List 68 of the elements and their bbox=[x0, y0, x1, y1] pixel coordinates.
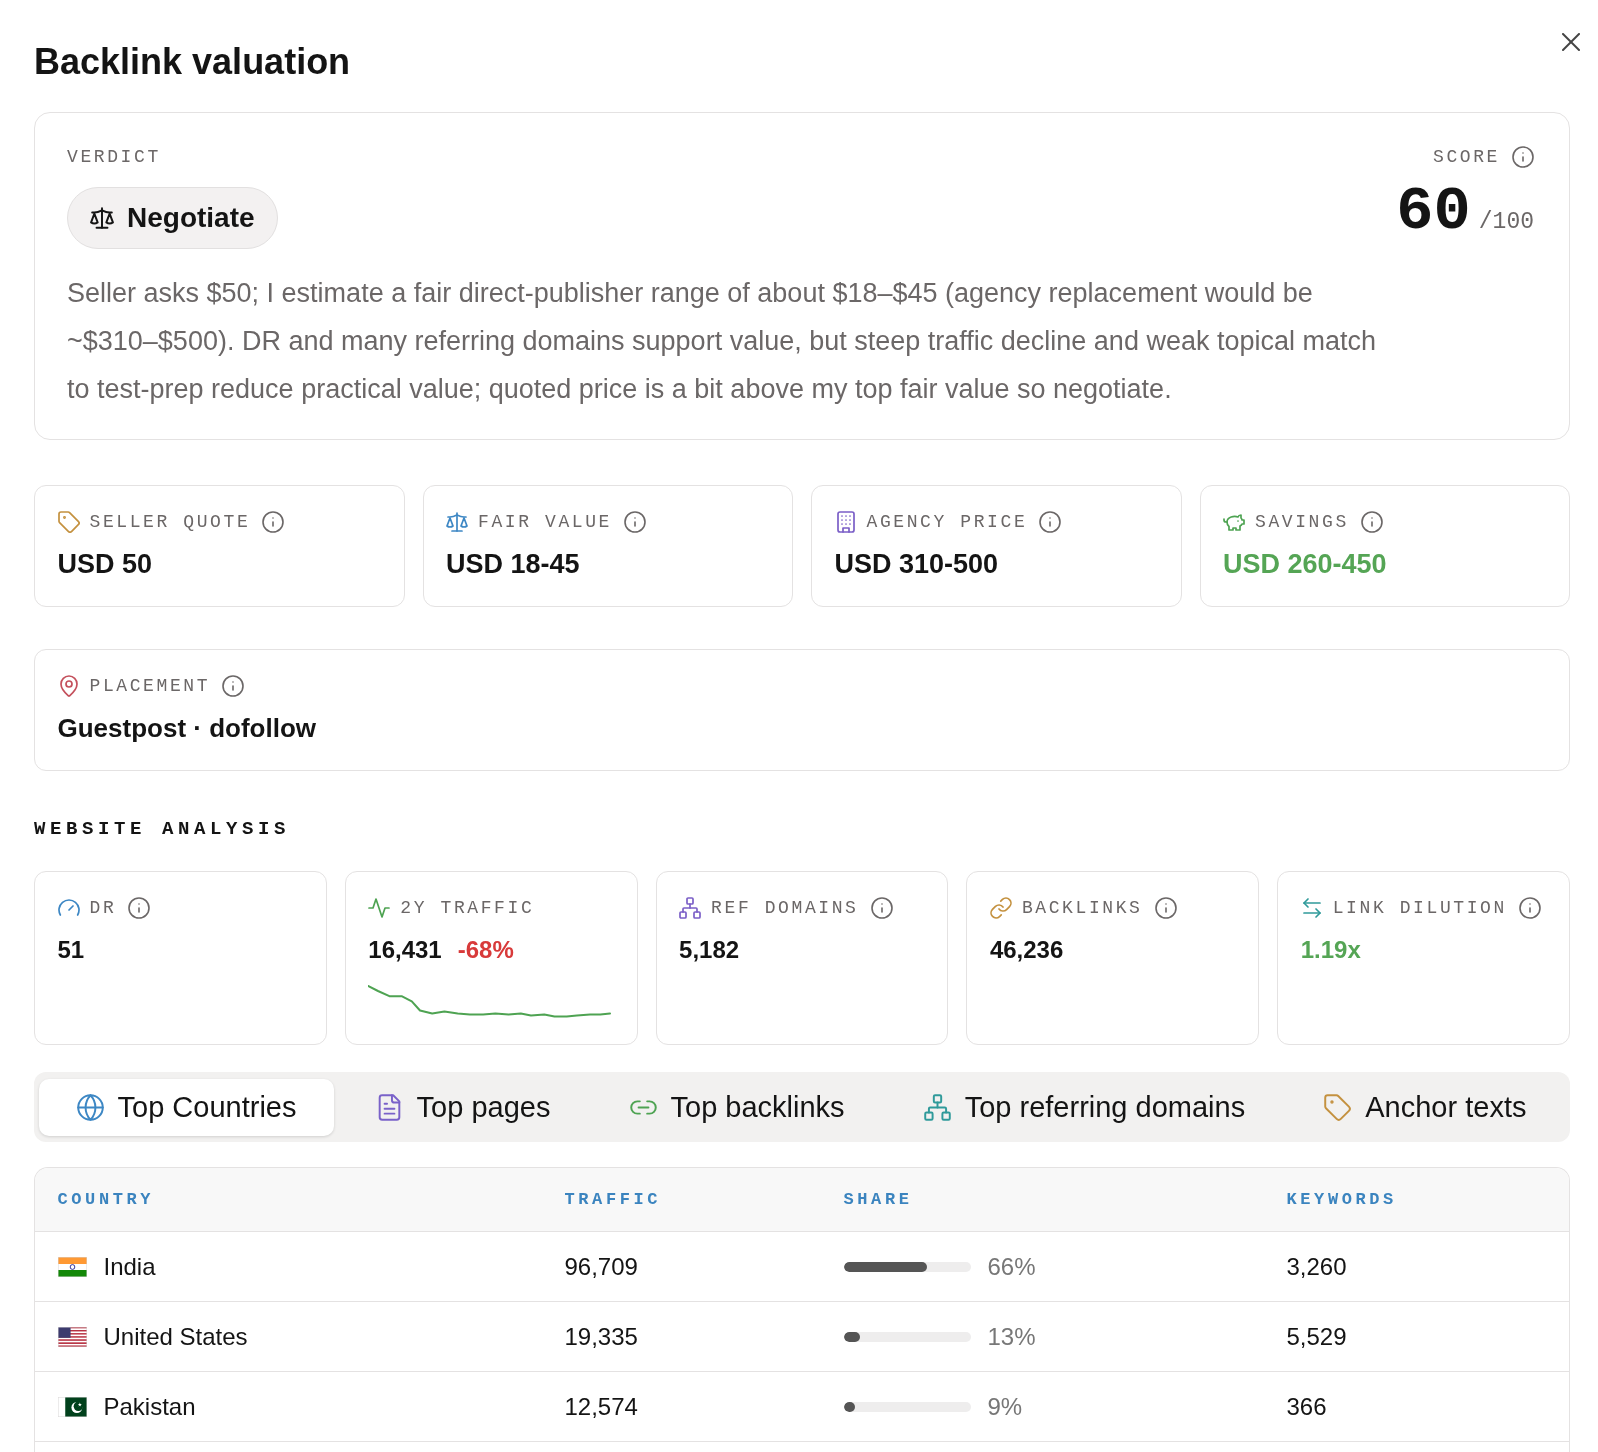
tag-icon bbox=[1324, 1094, 1352, 1121]
price-label: AGENCY PRICE bbox=[866, 511, 1028, 534]
keywords-value: 366 bbox=[1286, 1392, 1327, 1420]
column-header: COUNTRY bbox=[57, 1190, 155, 1209]
link-icon bbox=[989, 897, 1012, 919]
price-value: USD 260-450 bbox=[1223, 548, 1387, 580]
metric-value: 46,236 bbox=[989, 935, 1064, 965]
score-max: /100 bbox=[1478, 209, 1534, 235]
metric-label: REF DOMAINS bbox=[711, 897, 859, 920]
verdict-text: Negotiate bbox=[127, 202, 255, 234]
globe-icon bbox=[76, 1094, 104, 1121]
country-name: India bbox=[103, 1252, 156, 1281]
swap-arrows-icon bbox=[1300, 897, 1323, 919]
flag-icon bbox=[57, 1256, 87, 1277]
metric-value: 5,182 bbox=[679, 935, 740, 965]
metric-value: 16,431 bbox=[368, 935, 442, 965]
change-value: -68% bbox=[457, 935, 514, 965]
keywords-value: 3,260 bbox=[1286, 1252, 1347, 1280]
hierarchy-icon bbox=[923, 1094, 951, 1121]
traffic-value: 19,335 bbox=[564, 1322, 638, 1350]
close-button[interactable] bbox=[1562, 33, 1580, 51]
column-header: TRAFFIC bbox=[564, 1190, 662, 1209]
flag-icon bbox=[57, 1326, 87, 1347]
share-percent: 9% bbox=[987, 1392, 1023, 1421]
traffic-value: 96,709 bbox=[564, 1252, 638, 1280]
placement-label: PLACEMENT bbox=[89, 675, 211, 698]
tab[interactable]: Top pages bbox=[338, 1079, 588, 1136]
traffic-value: 12,574 bbox=[564, 1392, 638, 1420]
tab[interactable]: Top backlinks bbox=[591, 1079, 883, 1136]
metric-label: BACKLINKS bbox=[1021, 897, 1143, 920]
hierarchy-icon bbox=[679, 897, 702, 919]
country-name: United States bbox=[103, 1322, 248, 1351]
verdict-label: VERDICT bbox=[67, 146, 161, 169]
placement-value: Guestpost · dofollow bbox=[57, 712, 317, 744]
price-label: FAIR VALUE bbox=[478, 511, 613, 534]
column-header: SHARE bbox=[843, 1190, 913, 1209]
section-title: WEBSITE ANALYSIS bbox=[34, 817, 291, 841]
price-value: USD 310-500 bbox=[834, 548, 999, 580]
price-value: USD 50 bbox=[57, 548, 153, 580]
metric-value: 1.19x bbox=[1300, 935, 1361, 965]
gauge-icon bbox=[57, 897, 80, 919]
tab[interactable]: Anchor texts bbox=[1286, 1079, 1564, 1136]
price-label: SAVINGS bbox=[1255, 511, 1349, 534]
price-value: USD 18-45 bbox=[446, 548, 580, 580]
tab[interactable]: Top Countries bbox=[39, 1079, 335, 1136]
price-label: SELLER QUOTE bbox=[89, 511, 251, 534]
tab[interactable]: Top referring domains bbox=[886, 1079, 1283, 1136]
share-percent: 13% bbox=[987, 1322, 1036, 1351]
keywords-value: 5,529 bbox=[1286, 1322, 1347, 1350]
scale-icon bbox=[446, 511, 468, 533]
score-value: 60 bbox=[1396, 183, 1471, 241]
verdict-summary: Seller asks $50; I estimate a fair direct-publisher range of about $18–$45 (agency replacement would be ~$310–$500). DR and many referring domains support value, but steep traffic decline and weak topical match to test-prep reduce practical value; quoted price is a bit above my top fair value so negotiate. bbox=[67, 277, 1377, 406]
column-header: KEYWORDS bbox=[1286, 1190, 1397, 1209]
tag-icon bbox=[57, 511, 80, 533]
score-label: SCORE bbox=[1433, 146, 1500, 169]
pulse-icon bbox=[368, 897, 391, 919]
map-pin-icon bbox=[57, 675, 80, 697]
metric-label: LINK DILUTION bbox=[1332, 897, 1507, 920]
metric-label: DR bbox=[89, 897, 117, 920]
flag-icon bbox=[57, 1396, 87, 1417]
scale-icon bbox=[90, 206, 114, 230]
share-percent: 66% bbox=[987, 1252, 1036, 1281]
building-icon bbox=[834, 511, 857, 533]
metric-value: 51 bbox=[57, 935, 85, 965]
metric-label: 2Y TRAFFIC bbox=[400, 897, 535, 920]
country-name: Pakistan bbox=[103, 1392, 196, 1421]
dialog-title: Backlink valuation bbox=[34, 40, 351, 84]
piggy-bank-icon bbox=[1223, 511, 1245, 533]
